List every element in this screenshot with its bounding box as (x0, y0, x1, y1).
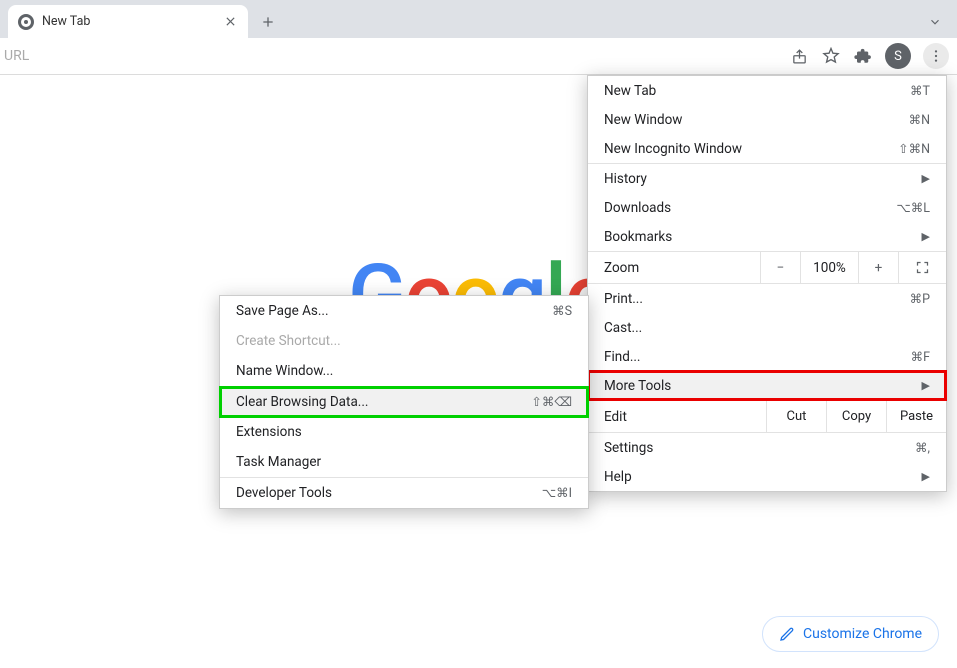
menu-new-tab[interactable]: New Tab ⌘T (588, 76, 946, 105)
avatar-initial: S (894, 49, 902, 64)
bookmark-star-icon[interactable] (821, 46, 841, 66)
menu-history[interactable]: History ▶ (588, 164, 946, 193)
more-tools-submenu: Save Page As... ⌘S Create Shortcut... Na… (219, 295, 589, 509)
toolbar-icons: S (789, 43, 949, 69)
tab-overflow-button[interactable] (921, 8, 949, 36)
customize-chrome-button[interactable]: Customize Chrome (762, 616, 939, 652)
submenu-extensions[interactable]: Extensions (220, 417, 588, 447)
menu-print[interactable]: Print... ⌘P (588, 284, 946, 313)
main-menu: New Tab ⌘T New Window ⌘N New Incognito W… (587, 75, 947, 492)
chevron-right-icon: ▶ (922, 470, 930, 483)
shortcut: ⇧⌘N (898, 141, 930, 157)
menu-cast[interactable]: Cast... (588, 313, 946, 342)
extensions-puzzle-icon[interactable] (853, 46, 873, 66)
zoom-label: Zoom (588, 260, 760, 276)
shortcut: ⌥⌘I (542, 485, 572, 501)
share-icon[interactable] (789, 46, 809, 66)
close-icon[interactable] (222, 14, 238, 30)
submenu-create-shortcut: Create Shortcut... (220, 326, 588, 356)
submenu-name-window[interactable]: Name Window... (220, 356, 588, 386)
menu-bookmarks[interactable]: Bookmarks ▶ (588, 222, 946, 251)
tab-strip: New Tab (0, 0, 957, 38)
shortcut: ⌘P (910, 291, 930, 307)
shortcut: ⌥⌘L (896, 200, 930, 216)
kebab-menu-button[interactable] (923, 43, 949, 69)
menu-help[interactable]: Help ▶ (588, 462, 946, 491)
new-tab-button[interactable] (254, 8, 282, 36)
zoom-in-button[interactable]: + (858, 252, 898, 283)
edit-cut-button[interactable]: Cut (766, 401, 826, 432)
toolbar: URL S (0, 38, 957, 75)
edit-label: Edit (588, 409, 766, 425)
submenu-save-page[interactable]: Save Page As... ⌘S (220, 296, 588, 326)
shortcut: ⌘F (911, 349, 930, 365)
profile-avatar[interactable]: S (885, 43, 911, 69)
shortcut: ⌘T (910, 83, 930, 99)
pencil-icon (779, 626, 795, 642)
submenu-task-manager[interactable]: Task Manager (220, 447, 588, 477)
edit-paste-button[interactable]: Paste (886, 401, 946, 432)
fullscreen-button[interactable] (898, 252, 946, 283)
omnibox[interactable]: URL (0, 42, 789, 70)
menu-new-window[interactable]: New Window ⌘N (588, 105, 946, 134)
shortcut: ⇧⌘⌫ (531, 394, 572, 410)
submenu-developer-tools[interactable]: Developer Tools ⌥⌘I (220, 478, 588, 508)
menu-settings[interactable]: Settings ⌘, (588, 433, 946, 462)
chrome-favicon-icon (18, 14, 34, 30)
zoom-value: 100% (800, 252, 858, 283)
shortcut: ⌘N (909, 112, 930, 128)
browser-tab[interactable]: New Tab (8, 5, 248, 38)
shortcut: ⌘, (915, 440, 930, 456)
edit-copy-button[interactable]: Copy (826, 401, 886, 432)
menu-more-tools[interactable]: More Tools ▶ (588, 371, 946, 400)
menu-zoom-row: Zoom − 100% + (588, 251, 946, 284)
tab-title: New Tab (42, 14, 90, 29)
shortcut: ⌘S (552, 303, 572, 319)
menu-downloads[interactable]: Downloads ⌥⌘L (588, 193, 946, 222)
chevron-right-icon: ▶ (922, 172, 930, 185)
fullscreen-icon (915, 260, 930, 275)
menu-new-incognito[interactable]: New Incognito Window ⇧⌘N (588, 134, 946, 163)
chevron-right-icon: ▶ (922, 379, 930, 392)
menu-find[interactable]: Find... ⌘F (588, 342, 946, 371)
chevron-right-icon: ▶ (922, 230, 930, 243)
customize-label: Customize Chrome (803, 626, 922, 642)
zoom-out-button[interactable]: − (760, 252, 800, 283)
menu-edit-row: Edit Cut Copy Paste (588, 400, 946, 433)
omnibox-placeholder: URL (4, 48, 29, 64)
submenu-clear-browsing-data[interactable]: Clear Browsing Data... ⇧⌘⌫ (220, 387, 588, 417)
